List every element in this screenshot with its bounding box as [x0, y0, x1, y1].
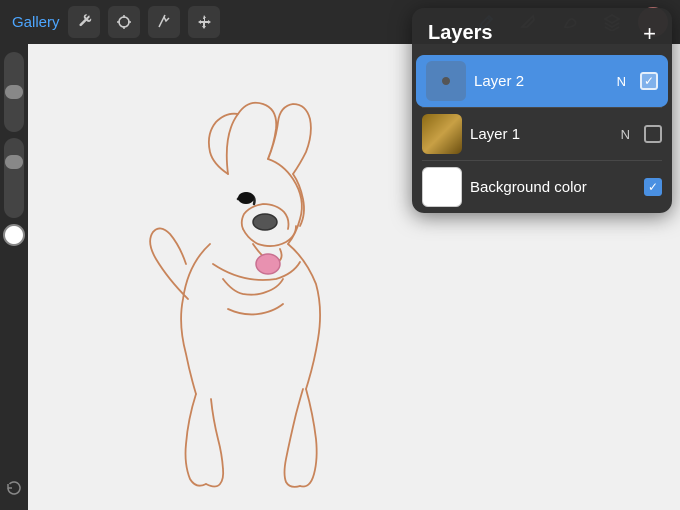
brush-size-thumb	[5, 85, 23, 99]
layer-visibility-checkbox[interactable]: ✓	[640, 72, 658, 90]
opacity-slider[interactable]	[4, 138, 24, 218]
brush-size-slider[interactable]	[4, 52, 24, 132]
layer-name: Layer 1	[470, 126, 613, 143]
add-layer-button[interactable]: +	[643, 23, 656, 45]
layer-name: Background color	[470, 179, 636, 196]
layer-thumbnail	[422, 167, 462, 207]
layer-blend-mode: N	[617, 74, 626, 89]
layer-thumbnail	[422, 114, 462, 154]
layer-row[interactable]: Layer 2 N ✓	[416, 55, 668, 107]
toolbar-left: Gallery	[12, 6, 220, 38]
layer-thumb-content	[442, 77, 450, 85]
left-sidebar	[0, 44, 28, 510]
smudge-tool-button[interactable]	[148, 6, 180, 38]
layer-visibility-checkbox[interactable]	[644, 125, 662, 143]
checkmark-icon: ✓	[644, 75, 654, 87]
layers-header: Layers +	[412, 8, 672, 55]
gallery-button[interactable]: Gallery	[12, 14, 60, 31]
layer-row[interactable]: Background color ✓	[412, 161, 672, 213]
checkmark-icon: ✓	[648, 181, 658, 193]
color-picker[interactable]	[3, 224, 25, 246]
layer-row[interactable]: Layer 1 N	[412, 108, 672, 160]
move-tool-button[interactable]	[188, 6, 220, 38]
adjust-tool-button[interactable]	[108, 6, 140, 38]
undo-button[interactable]	[5, 479, 23, 502]
layers-title: Layers	[428, 22, 493, 45]
layer-visibility-checkbox[interactable]: ✓	[644, 178, 662, 196]
layer-thumbnail	[426, 61, 466, 101]
wrench-tool-button[interactable]	[68, 6, 100, 38]
opacity-thumb	[5, 155, 23, 169]
layer-name: Layer 2	[474, 73, 609, 90]
layers-panel: Layers + Layer 2 N ✓ Layer 1 N Backgroun…	[412, 8, 672, 213]
layer-thumb-content	[422, 114, 462, 154]
layer-blend-mode: N	[621, 127, 630, 142]
